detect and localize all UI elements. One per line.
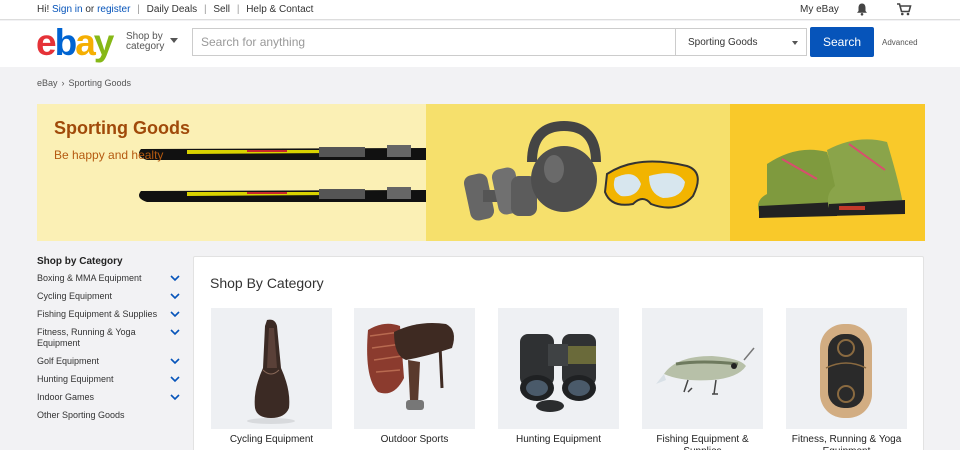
chevron-down-icon — [792, 41, 798, 45]
sidebar-item-other[interactable]: Other Sporting Goods — [37, 410, 182, 421]
top-utility-bar: Hi! Sign in or register | Daily Deals | … — [0, 0, 960, 20]
sidebar-item-indoor-games[interactable]: Indoor Games — [37, 392, 182, 403]
sidebar-item-hunting[interactable]: Hunting Equipment — [37, 374, 182, 385]
sidebar-item-golf[interactable]: Golf Equipment — [37, 356, 182, 367]
divider: | — [236, 4, 240, 15]
fishing-lure-icon — [656, 347, 755, 395]
binoculars-icon — [520, 334, 596, 412]
chevron-down-icon[interactable] — [170, 274, 180, 282]
sidebar-item-label: Boxing & MMA Equipment — [37, 273, 142, 283]
chevron-down-icon[interactable] — [170, 357, 180, 365]
daily-deals-link[interactable]: Daily Deals — [147, 4, 198, 15]
greeting: Hi! — [37, 4, 50, 15]
category-label: category — [126, 41, 165, 52]
category-card-label[interactable]: Outdoor Sports — [354, 434, 475, 446]
my-ebay-link[interactable]: My eBay — [800, 4, 839, 15]
yoga-wheel-icon — [820, 324, 872, 418]
dumbbells-image — [463, 167, 537, 221]
cart-icon[interactable] — [896, 2, 912, 16]
chevron-down-icon[interactable] — [170, 393, 180, 401]
category-card-label[interactable]: Hunting Equipment — [498, 434, 619, 446]
category-card-cycling[interactable]: Cycling Equipment — [211, 308, 332, 446]
chevron-down-icon[interactable] — [170, 328, 180, 336]
divider: | — [137, 4, 140, 15]
banner-subtitle: Be happy and healty — [54, 148, 164, 162]
breadcrumb-home[interactable]: eBay — [37, 78, 58, 88]
sell-link[interactable]: Sell — [213, 4, 230, 15]
breadcrumb: eBay › Sporting Goods — [37, 78, 131, 88]
category-thumbnail[interactable] — [642, 308, 763, 429]
or-text: or — [85, 4, 95, 15]
sidebar-item-label: Indoor Games — [37, 392, 95, 402]
chevron-down-icon[interactable] — [170, 375, 180, 383]
diving-mask-image — [603, 160, 699, 209]
logo-letter: y — [93, 22, 115, 63]
chevron-down-icon[interactable] — [170, 292, 180, 300]
shop-by-category-panel: Shop By Category Cycling Equipment Outdo… — [193, 256, 924, 450]
sidebar-item-label: Hunting Equipment — [37, 374, 114, 384]
help-contact-link[interactable]: Help & Contact — [246, 4, 313, 15]
header: ebay Shop by category Sporting Goods Sea… — [0, 21, 960, 67]
sidebar-item-fitness[interactable]: Fitness, Running & Yoga Equipment — [37, 327, 182, 349]
sidebar-item-boxing[interactable]: Boxing & MMA Equipment — [37, 273, 182, 284]
banner-title: Sporting Goods — [54, 118, 190, 138]
sign-in-link[interactable]: Sign in — [52, 4, 83, 15]
top-links: Hi! Sign in or register | Daily Deals | … — [37, 4, 313, 15]
category-thumbnail[interactable] — [498, 308, 619, 429]
category-thumbnail[interactable] — [354, 308, 475, 429]
register-link[interactable]: register — [97, 4, 130, 15]
sidebar-item-fishing[interactable]: Fishing Equipment & Supplies — [37, 309, 182, 320]
breadcrumb-chevron: › — [61, 78, 65, 88]
category-thumbnail[interactable] — [211, 308, 332, 429]
sidebar-item-cycling[interactable]: Cycling Equipment — [37, 291, 182, 302]
chevron-down-icon — [170, 38, 178, 43]
sidebar-heading: Shop by Category — [37, 256, 123, 267]
sidebar-item-label: Golf Equipment — [37, 356, 100, 366]
kettlebell-image — [527, 120, 601, 212]
search-input[interactable] — [192, 28, 676, 56]
bike-saddle-icon — [247, 319, 295, 424]
sidebar-item-label: Fishing Equipment & Supplies — [37, 309, 158, 319]
category-card-fishing[interactable]: Fishing Equipment & Supplies — [642, 308, 763, 450]
category-card-outdoor[interactable]: Outdoor Sports — [354, 308, 475, 446]
divider: | — [203, 4, 207, 15]
search-button[interactable]: Search — [810, 27, 874, 57]
logo-letter: a — [75, 22, 96, 63]
category-card-fitness[interactable]: Fitness, Running & Yoga Equipment — [786, 308, 907, 450]
category-select[interactable]: Sporting Goods — [676, 28, 807, 56]
category-thumbnail[interactable] — [786, 308, 907, 429]
horse-saddle-icon — [367, 323, 454, 410]
ebay-logo[interactable]: ebay — [36, 22, 115, 63]
sidebar-item-label: Cycling Equipment — [37, 291, 113, 301]
category-card-label[interactable]: Cycling Equipment — [211, 434, 332, 446]
logo-letter: b — [54, 22, 78, 63]
category-card-label[interactable]: Fishing Equipment & Supplies — [642, 434, 763, 450]
category-select-value: Sporting Goods — [688, 37, 758, 48]
shop-by-category-button[interactable]: Shop by category — [126, 32, 178, 52]
skis-image — [139, 145, 426, 202]
bell-icon[interactable] — [855, 2, 869, 16]
panel-title: Shop By Category — [210, 275, 324, 291]
breadcrumb-current[interactable]: Sporting Goods — [69, 78, 132, 88]
category-card-label[interactable]: Fitness, Running & Yoga Equipment — [786, 434, 907, 450]
advanced-search-link[interactable]: Advanced — [882, 38, 918, 47]
sidebar-item-label: Fitness, Running & Yoga Equipment — [37, 327, 136, 348]
category-sidebar: Shop by Category Boxing & MMA Equipment … — [37, 256, 182, 428]
category-card-hunting[interactable]: Hunting Equipment — [498, 308, 619, 446]
hero-banner: Sporting Goods Be happy and healty — [37, 104, 925, 241]
hiking-boots-image — [758, 139, 905, 218]
logo-letter: e — [36, 22, 57, 63]
chevron-down-icon[interactable] — [170, 310, 180, 318]
sidebar-item-label: Other Sporting Goods — [37, 410, 125, 420]
